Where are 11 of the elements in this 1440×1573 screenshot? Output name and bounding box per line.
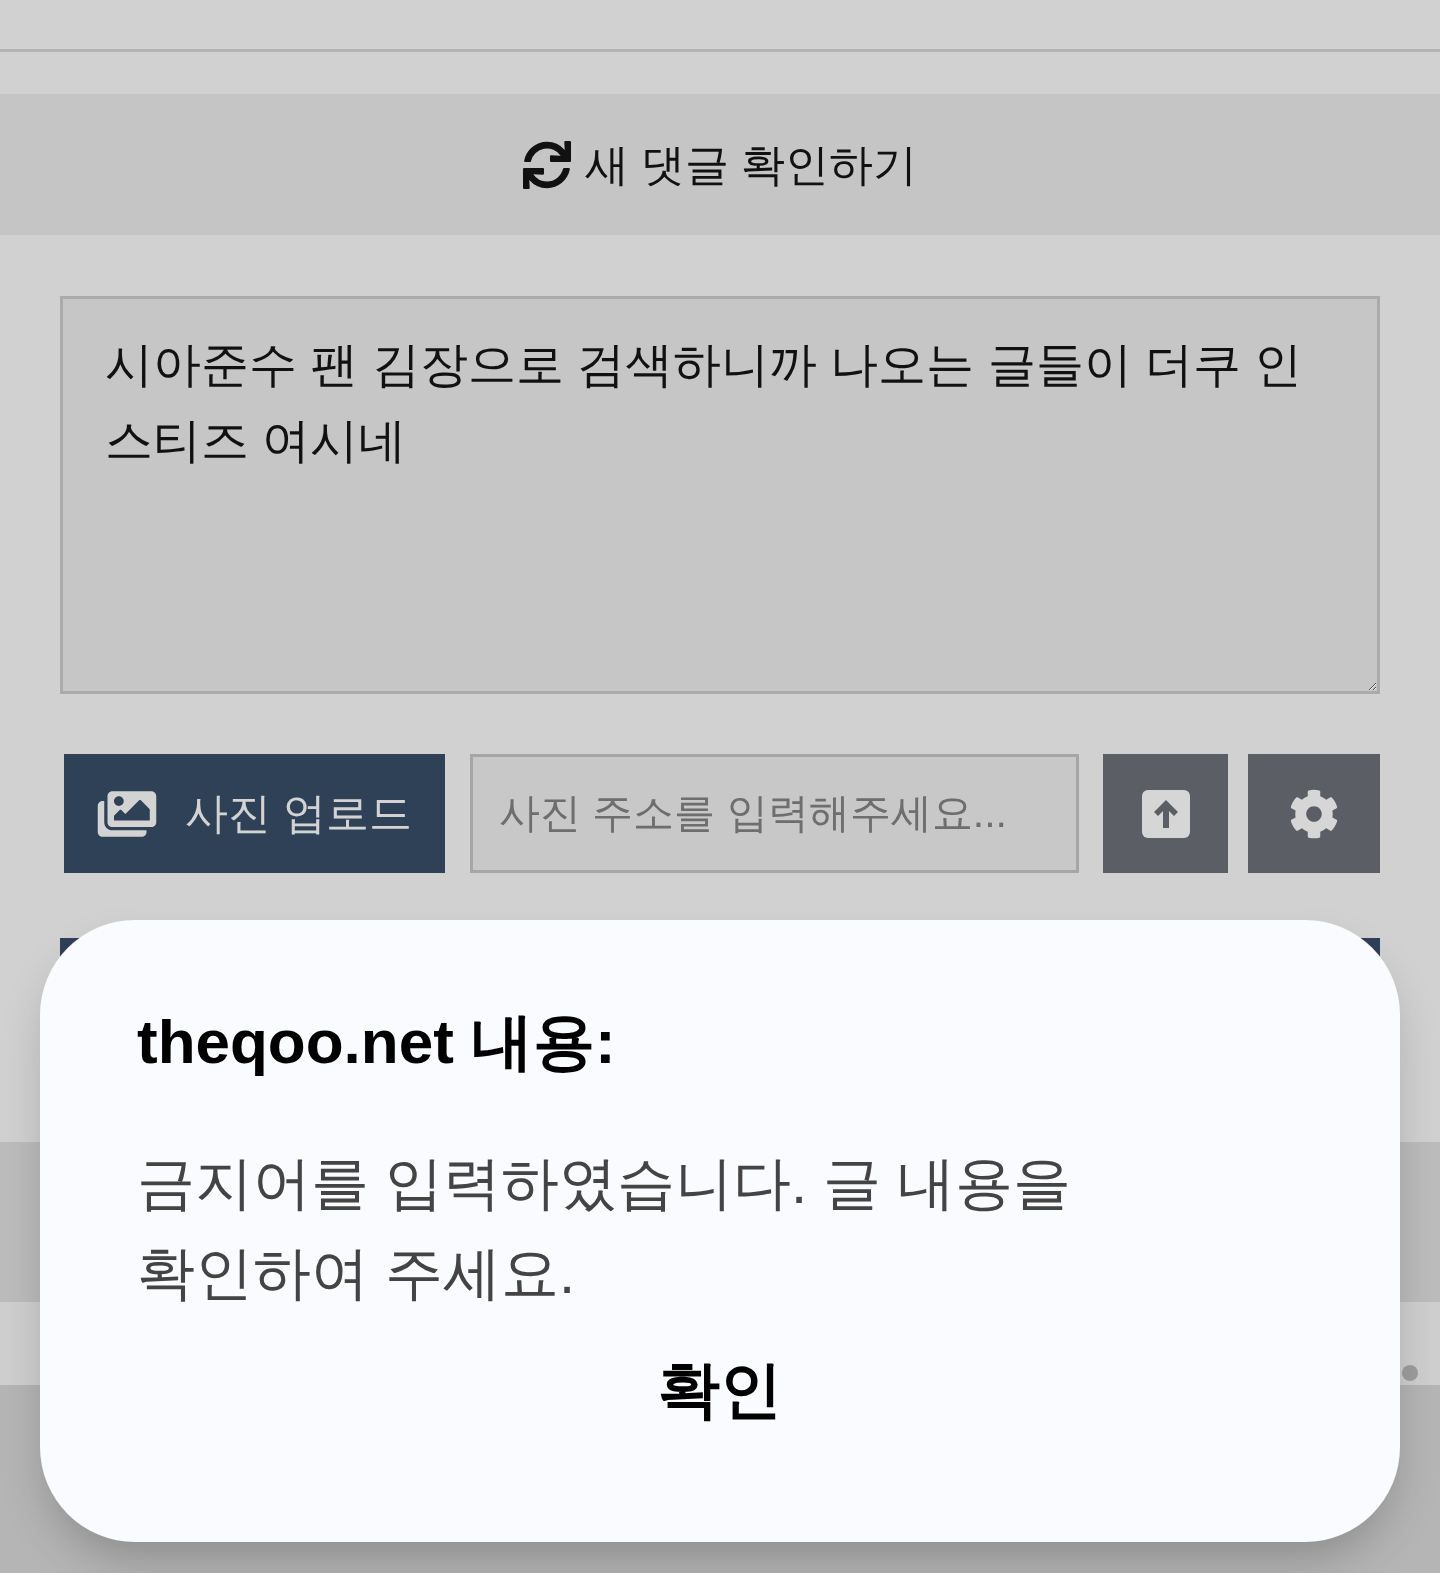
dialog-message: 금지어를 입력하였습니다. 글 내용을 확인하여 주세요. (137, 1149, 1073, 1307)
url-field[interactable]: 사진 주소를 입력해주세요... (470, 754, 1079, 873)
settings-icon (1289, 788, 1339, 839)
upload-url-button[interactable] (1103, 754, 1228, 873)
confirm-button[interactable]: 확인 (638, 1350, 802, 1430)
refresh-icon (522, 140, 571, 189)
settings-button[interactable] (1248, 754, 1380, 873)
upload-button[interactable]: 사진 업로드 (64, 754, 445, 873)
refresh-button[interactable]: 새 댓글 확인하기 (0, 94, 1440, 235)
comment-field[interactable]: 시아준수 팬 김장으로 검색하니까 나오는 글들이 더쿠 인스티즈 여시네 (60, 296, 1380, 694)
dialog-title: theqoo.net 내용: (137, 1006, 617, 1078)
